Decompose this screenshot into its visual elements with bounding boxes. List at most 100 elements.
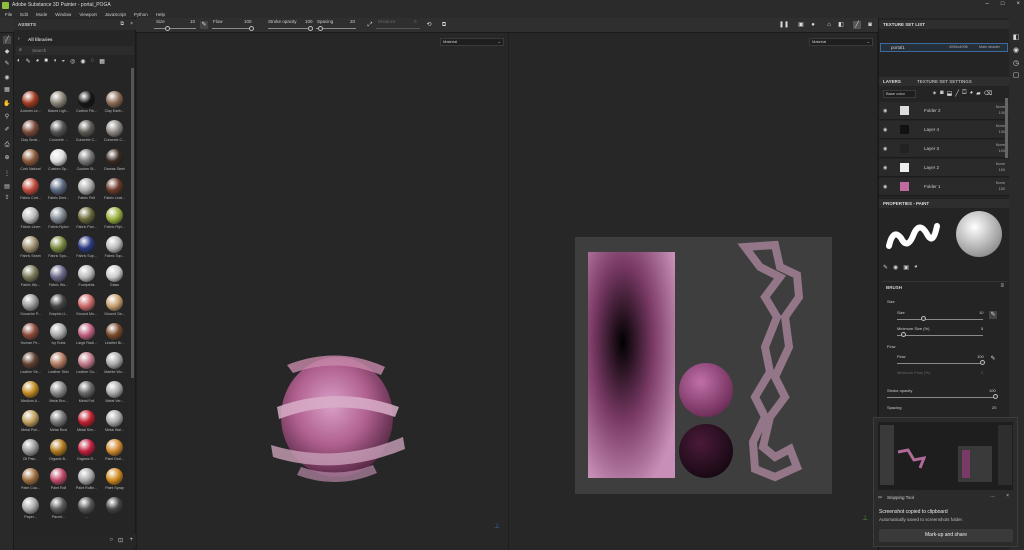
size-slider-handle[interactable] [165, 26, 170, 31]
asset-tile[interactable]: Graphic Li... [45, 293, 72, 318]
particles-filter-icon[interactable]: ◉ [80, 58, 85, 67]
asset-tile[interactable]: Fabric Wo... [45, 264, 72, 289]
asset-tile[interactable]: Fabric Top... [101, 235, 128, 260]
layer-blend[interactable]: Norm 100 [996, 161, 1005, 173]
asset-tile[interactable]: Organic B... [45, 438, 72, 463]
asset-tile[interactable]: Leather Se... [17, 351, 44, 376]
alpha-filter-icon[interactable]: ◌ [91, 58, 95, 67]
display-settings-icon[interactable]: ◉ [1012, 47, 1020, 55]
asset-tile[interactable]: Ivy Rubs [45, 322, 72, 347]
spacing-value[interactable]: 20 [350, 19, 355, 24]
view-icon[interactable]: ▣ [797, 21, 805, 29]
size-pressure-icon[interactable]: ✎ [989, 311, 997, 319]
add-icon[interactable]: + [129, 537, 133, 543]
asset-tile[interactable]: Concrete C... [73, 119, 100, 144]
snipping-tool-notification[interactable]: ✂ Snipping Tool … × Screenshot copied to… [873, 417, 1018, 547]
viewport-mode-dropdown[interactable]: Material ⌄ [440, 38, 504, 46]
projection-icon[interactable]: ✎ [3, 60, 11, 68]
menu-python[interactable]: Python [134, 12, 148, 17]
history-icon[interactable]: ▤ [3, 183, 11, 191]
layer-row[interactable]: ◉ Folder 1 Norm 100 [879, 178, 1010, 196]
history-dock-icon[interactable]: ◷ [1012, 60, 1020, 68]
section-menu-icon[interactable]: ≡ [1000, 283, 1004, 289]
flow-slider-handle[interactable] [249, 26, 254, 31]
brush-flow-slider[interactable] [897, 363, 983, 364]
min-size-slider[interactable] [897, 335, 983, 336]
menu-file[interactable]: File [5, 12, 12, 17]
asset-tile[interactable]: Baked Ligh... [45, 90, 72, 115]
asset-tile[interactable]: Large Radi... [73, 322, 100, 347]
layer-row[interactable]: ◉ Layer 3 Norm 100 [879, 140, 1010, 158]
tab-layers[interactable]: LAYERS [883, 79, 901, 84]
stencil-tab-icon[interactable]: ◕ [914, 264, 918, 272]
stroke-opacity-value[interactable]: 100 [305, 19, 313, 24]
asset-tile[interactable]: Custom Sp... [45, 148, 72, 173]
texture-filter-icon[interactable]: ◑ [53, 58, 57, 67]
asset-tile[interactable]: Glass [101, 264, 128, 289]
2d-uv-viewport[interactable]: Material ⌄ ⊥ [509, 33, 877, 550]
asset-tile[interactable]: Fabric Pan... [73, 206, 100, 231]
asset-tile[interactable]: Paint Coa... [17, 467, 44, 492]
pen-pressure-icon[interactable]: ✎ [200, 21, 208, 29]
align-icon[interactable]: ⊕ [3, 154, 11, 162]
paint-brush-icon[interactable]: ╱ [3, 36, 11, 44]
asset-tile[interactable]: Autumn Le... [17, 90, 44, 115]
toast-close-icon[interactable]: × [1006, 493, 1009, 499]
asset-tile[interactable]: Parcel... [45, 496, 72, 521]
import-icon[interactable]: ⊡ [118, 537, 123, 544]
float-icon[interactable]: ⧉ [120, 21, 124, 27]
menu-help[interactable]: Help [156, 12, 165, 17]
symmetry-icon[interactable]: ⟲ [425, 21, 433, 29]
pause-icon[interactable]: ❚❚ [779, 21, 789, 29]
texture-set-dock-icon[interactable]: ◧ [1012, 34, 1020, 42]
eraser-icon[interactable]: ◆ [3, 48, 11, 56]
layer-blend[interactable]: Norm 100 [996, 180, 1005, 192]
close-icon[interactable]: × [1016, 1, 1020, 7]
menu-javascript[interactable]: JavaScript [105, 12, 126, 17]
menu-mode[interactable]: Mode [36, 12, 47, 17]
spacing-prop-value[interactable]: 20 [992, 405, 996, 410]
add-effect-icon[interactable]: ✶ [932, 90, 937, 98]
asset-tile[interactable]: Human Fe... [17, 322, 44, 347]
asset-tile[interactable]: Fabric Felt [73, 177, 100, 202]
layer-row[interactable]: ◉ Folder 2 Norm 100 [879, 102, 1010, 120]
brush-section-header[interactable]: BRUSH ≡ [882, 281, 1008, 290]
asset-tile[interactable]: Oil Pain... [17, 438, 44, 463]
grid-view-icon[interactable]: ▦ [99, 58, 105, 67]
add-bucket-icon[interactable]: ⛋ [962, 90, 967, 98]
add-smart-icon[interactable]: ◕ [970, 90, 974, 98]
uv-mode-dropdown[interactable]: Material ⌄ [809, 38, 873, 46]
asset-tile[interactable]: Medium A... [17, 380, 44, 405]
asset-tile[interactable]: Concrete ... [45, 119, 72, 144]
min-size-handle[interactable] [901, 332, 906, 337]
visibility-eye-icon[interactable]: ◉ [883, 165, 887, 171]
screenshot-icon[interactable]: ◙ [866, 21, 874, 29]
asset-tile[interactable]: Organic R... [73, 438, 100, 463]
menu-viewport[interactable]: Viewport [79, 12, 96, 17]
asset-tile[interactable]: Leather Br... [101, 322, 128, 347]
asset-tile[interactable]: Fabric Deni... [45, 177, 72, 202]
asset-tile[interactable]: Clay Earth... [101, 90, 128, 115]
asset-tile[interactable]: Concrete C... [101, 119, 128, 144]
asset-tile[interactable]: Paint Drol... [101, 438, 128, 463]
material-tab-icon[interactable]: ◉ [893, 264, 898, 272]
brush-flow-value[interactable]: 100 [977, 354, 984, 359]
camera-icon[interactable]: ⌂ [825, 21, 833, 29]
measure-icon[interactable]: ⋮ [3, 170, 11, 178]
flow-slider[interactable] [212, 28, 252, 29]
alpha-tab-icon[interactable]: ▣ [903, 264, 909, 272]
asset-tile[interactable]: Ground Mo... [73, 293, 100, 318]
stroke-opacity-prop-slider[interactable] [887, 397, 997, 398]
3d-sphere-model[interactable] [267, 345, 407, 490]
stroke-opacity-slider[interactable] [268, 28, 312, 29]
asset-tile[interactable]: Damas Steel [101, 148, 128, 173]
render-icon[interactable]: ● [809, 21, 817, 29]
asset-tile[interactable]: Fabric Linen [17, 206, 44, 231]
layers-scrollbar[interactable] [1005, 98, 1008, 158]
minimize-icon[interactable]: – [986, 1, 989, 7]
asset-tile[interactable]: Fabric Leat... [101, 177, 128, 202]
visibility-eye-icon[interactable]: ◉ [883, 127, 887, 133]
brush-tab-icon[interactable]: ✎ [883, 264, 888, 272]
filter-filter-icon[interactable]: ◒ [62, 58, 66, 67]
materials-filter-icon[interactable]: ◐ [17, 58, 21, 67]
